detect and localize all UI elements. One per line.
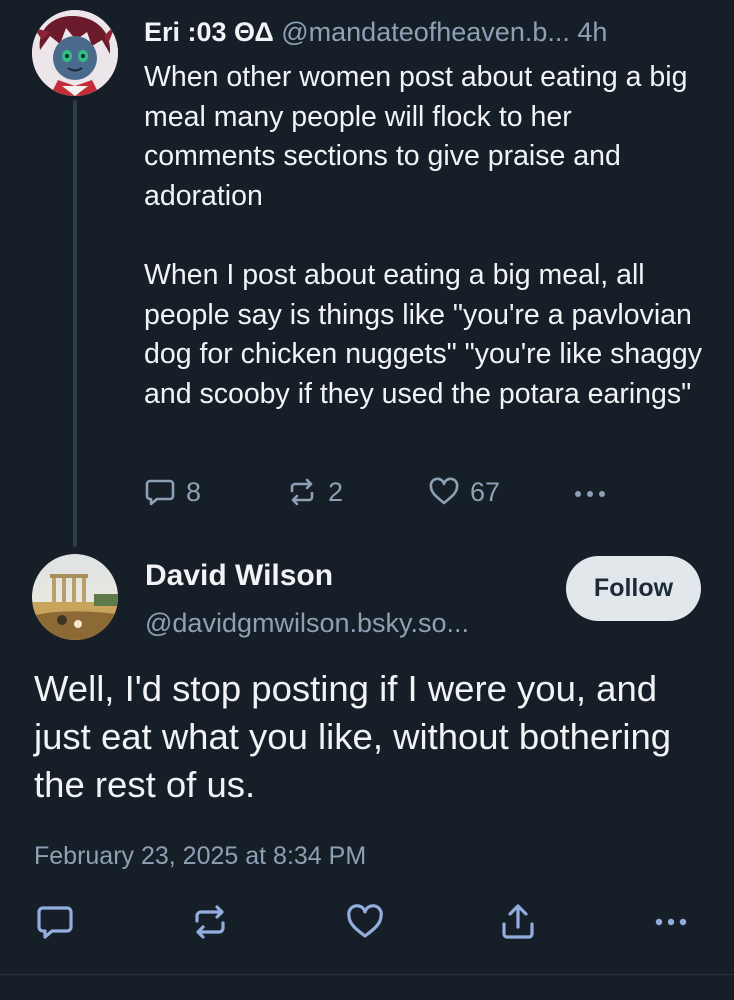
- reply-icon: [144, 476, 176, 508]
- reply-button[interactable]: [31, 900, 79, 948]
- share-button[interactable]: [494, 900, 542, 948]
- share-icon: [498, 902, 538, 947]
- like-icon: [345, 902, 385, 947]
- author-display-name[interactable]: Eri :03 ΘΔ: [144, 17, 274, 47]
- repost-button[interactable]: 2: [286, 472, 343, 512]
- repost-icon: [286, 476, 318, 508]
- post-actions: 8 2 67: [144, 472, 624, 512]
- like-icon: [428, 476, 460, 508]
- author-handle[interactable]: @davidgmwilson.bsky.so...: [145, 603, 469, 643]
- thread-line: [73, 100, 77, 547]
- like-count: 67: [470, 476, 501, 507]
- more-button[interactable]: [647, 900, 695, 948]
- avatar[interactable]: [32, 554, 118, 640]
- avatar[interactable]: [32, 10, 118, 96]
- like-button[interactable]: 67: [428, 472, 500, 512]
- reply-actions: [0, 900, 734, 948]
- author-display-name[interactable]: David Wilson: [145, 556, 333, 596]
- like-button[interactable]: [341, 900, 389, 948]
- repost-icon: [190, 902, 230, 947]
- reply-count: 8: [186, 476, 202, 507]
- divider: [0, 974, 734, 975]
- post-timestamp[interactable]: February 23, 2025 at 8:34 PM: [34, 838, 366, 874]
- more-button[interactable]: [570, 472, 610, 512]
- reply-text: Well, I'd stop posting if I were you, an…: [34, 668, 672, 805]
- more-icon: [651, 902, 691, 947]
- reply-icon: [35, 902, 75, 947]
- follow-button[interactable]: Follow: [566, 556, 701, 621]
- post-text: When other women post about eating a big…: [144, 61, 703, 410]
- repost-button[interactable]: [186, 900, 234, 948]
- post-time[interactable]: 4h: [577, 17, 607, 47]
- author-handle[interactable]: @mandateofheaven.b...: [281, 17, 570, 47]
- reply-button[interactable]: 8: [144, 472, 201, 512]
- repost-count: 2: [328, 476, 344, 507]
- more-icon: [570, 476, 610, 508]
- post-header: Eri :03 ΘΔ @mandateofheaven.b... 4h: [144, 12, 714, 52]
